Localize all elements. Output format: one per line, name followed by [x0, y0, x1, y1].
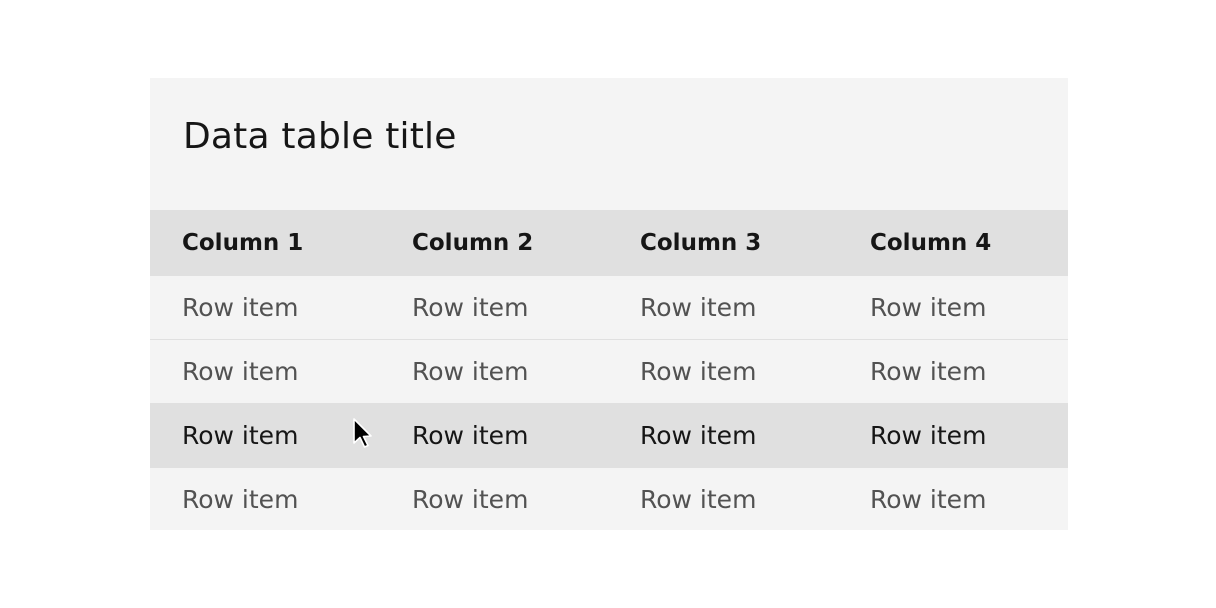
header-row: Column 1 Column 2 Column 3 Column 4 — [150, 210, 1068, 276]
table-cell: Row item — [380, 275, 608, 340]
column-header-3[interactable]: Column 3 — [608, 210, 838, 276]
table-row[interactable]: Row item Row item Row item Row item — [150, 467, 1068, 531]
table-cell: Row item — [608, 467, 838, 531]
table-cell: Row item — [608, 339, 838, 404]
table-row-hovered[interactable]: Row item Row item Row item Row item — [150, 403, 1068, 468]
table-cell: Row item — [380, 339, 608, 404]
table-row[interactable]: Row item Row item Row item Row item — [150, 339, 1068, 404]
column-header-4[interactable]: Column 4 — [838, 210, 1068, 276]
table-row[interactable]: Row item Row item Row item Row item — [150, 275, 1068, 340]
table-cell: Row item — [608, 275, 838, 340]
table-cell: Row item — [838, 403, 1068, 468]
table-cell: Row item — [838, 467, 1068, 531]
table: Column 1 Column 2 Column 3 Column 4 Row … — [150, 210, 1068, 531]
table-cell: Row item — [150, 275, 380, 340]
table-cell: Row item — [608, 403, 838, 468]
column-header-1[interactable]: Column 1 — [150, 210, 380, 276]
arrow-pointer-icon — [353, 418, 372, 448]
table-cell: Row item — [838, 275, 1068, 340]
data-table: Data table title Column 1 Column 2 Colum… — [150, 78, 1068, 531]
table-title: Data table title — [183, 116, 457, 157]
table-cell: Row item — [380, 403, 608, 468]
column-header-2[interactable]: Column 2 — [380, 210, 608, 276]
table-cell: Row item — [150, 403, 380, 468]
table-cell: Row item — [838, 339, 1068, 404]
table-cell: Row item — [380, 467, 608, 531]
table-cell: Row item — [150, 467, 380, 531]
table-cell: Row item — [150, 339, 380, 404]
